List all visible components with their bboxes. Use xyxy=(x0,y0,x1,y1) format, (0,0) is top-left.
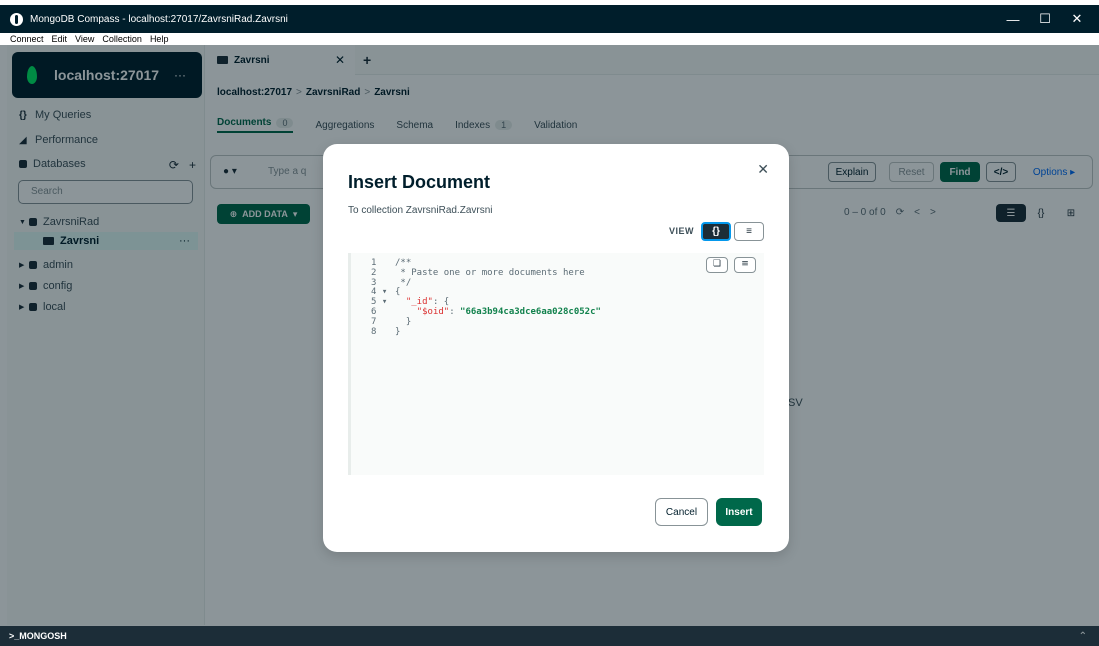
document-editor[interactable]: ❏ ≡ 1 /** 2 * Paste one or more documents… xyxy=(348,253,764,475)
insert-button[interactable]: Insert xyxy=(716,498,762,526)
code-line: 7 } xyxy=(371,317,601,328)
modal-title: Insert Document xyxy=(348,172,491,192)
list-view-icon[interactable]: ≡ xyxy=(734,222,764,241)
menu-collection[interactable]: Collection xyxy=(102,33,142,45)
editor-actions: ❏ ≡ xyxy=(706,257,756,273)
copy-icon[interactable]: ❏ xyxy=(706,257,728,273)
code-punct: : xyxy=(449,306,461,317)
code-string: "66a3b94ca3dce6aa028c052c" xyxy=(460,306,601,317)
format-icon[interactable]: ≡ xyxy=(734,257,756,273)
window-controls: — ☐ ✕ xyxy=(997,5,1093,33)
view-label: VIEW xyxy=(669,226,695,236)
code-line: 8 } xyxy=(371,326,601,338)
insert-document-modal: ✕ Insert Document To collection ZavrsniR… xyxy=(323,144,789,552)
mongosh-bar[interactable]: >_MONGOSH ⌃ xyxy=(0,626,1099,646)
menu-bar: Connect Edit View Collection Help xyxy=(0,33,1099,45)
mongodb-compass-logo-icon xyxy=(10,12,23,26)
code-punct: : { xyxy=(432,297,450,308)
mongosh-label: >_MONGOSH xyxy=(9,631,67,641)
code-line: 3 */ xyxy=(371,278,601,289)
menu-connect[interactable]: Connect xyxy=(10,33,44,45)
code-key: "$oid" xyxy=(416,306,450,317)
menu-help[interactable]: Help xyxy=(150,33,169,45)
code-text: * Paste one or more documents here xyxy=(395,267,585,278)
code-text: "$oid": "66a3b94ca3dce6aa028c052c" xyxy=(395,306,601,318)
maximize-button[interactable]: ☐ xyxy=(1029,5,1061,33)
editor-lines: 1 /** 2 * Paste one or more documents her… xyxy=(371,258,601,338)
menu-edit[interactable]: Edit xyxy=(52,33,68,45)
title-bar: MongoDB Compass - localhost:27017/Zavrsn… xyxy=(0,5,1099,33)
close-icon[interactable]: ✕ xyxy=(757,161,769,178)
minimize-button[interactable]: — xyxy=(997,5,1029,33)
chevron-up-icon[interactable]: ⌃ xyxy=(1079,631,1087,642)
close-window-button[interactable]: ✕ xyxy=(1061,5,1093,33)
line-number: 8 xyxy=(371,326,382,337)
window-title: MongoDB Compass - localhost:27017/Zavrsn… xyxy=(30,13,288,25)
code-key: "_id" xyxy=(405,297,433,308)
modal-subtitle: To collection ZavrsniRad.Zavrsni xyxy=(348,205,493,216)
json-view-icon[interactable]: {} xyxy=(701,222,731,241)
menu-view[interactable]: View xyxy=(75,33,94,45)
cancel-button[interactable]: Cancel xyxy=(655,498,708,526)
code-text: } xyxy=(395,326,401,337)
